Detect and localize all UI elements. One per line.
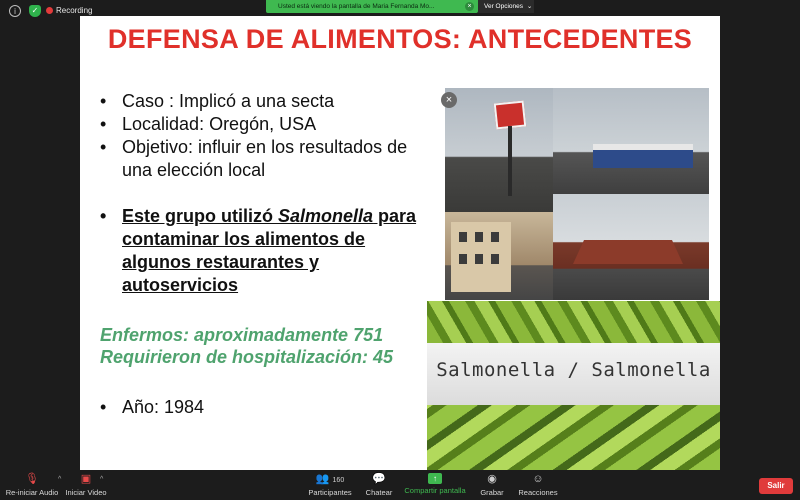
reactions-button[interactable]: ☺ Reacciones xyxy=(516,470,560,500)
share-screen-button[interactable]: ↑ Compartir pantalla xyxy=(402,470,468,500)
zoom-window: i ✓ Recording Usted está viendo la panta… xyxy=(0,0,800,500)
audio-button[interactable]: 🎙 Re-iniciar Audio xyxy=(4,470,60,500)
share-banner-text: Usted está viendo la pantalla de Maria F… xyxy=(278,3,435,10)
highlight-before: Este grupo utilizó xyxy=(122,206,278,226)
share-label: Compartir pantalla xyxy=(404,486,466,495)
stat-sick: Enfermos: aproximadamente 751 xyxy=(100,325,384,345)
participants-button[interactable]: 👥 160 Participantes xyxy=(306,470,354,500)
shield-icon[interactable]: ✓ xyxy=(29,5,41,17)
shared-slide: DEFENSA DE ALIMENTOS: ANTECEDENTES Caso … xyxy=(80,16,720,470)
participants-count: 160 xyxy=(332,477,345,484)
video-off-icon: ▣ xyxy=(80,473,92,485)
reactions-label: Reacciones xyxy=(518,488,558,497)
view-options-button[interactable]: Ver Opciones ⌄ xyxy=(478,0,534,13)
video-options-caret-icon[interactable]: ^ xyxy=(100,476,103,483)
store-stripe xyxy=(593,144,693,150)
record-icon: ◉ xyxy=(487,473,497,485)
salmonella-caption: Salmonella / Salmonella xyxy=(436,359,711,381)
highlight-organism: Salmonella xyxy=(278,206,374,226)
video-button[interactable]: ▣ Iniciar Video xyxy=(64,470,108,500)
meeting-toolbar: 🎙 Re-iniciar Audio ^ ▣ Iniciar Video ^ 👥… xyxy=(0,470,800,500)
sign-pole xyxy=(508,126,512,196)
slide-title: DEFENSA DE ALIMENTOS: ANTECEDENTES xyxy=(107,24,693,54)
chevron-down-icon: ⌄ xyxy=(526,3,533,10)
bullet-salmonella-contamination: Este grupo utilizó Salmonella para conta… xyxy=(98,205,428,297)
illness-stats: Enfermos: aproximadamente 751 Requiriero… xyxy=(100,324,440,368)
screen-share-banner: Usted está viendo la pantalla de Maria F… xyxy=(266,0,478,13)
salmonella-image: Salmonella / Salmonella xyxy=(427,301,720,470)
share-screen-icon: ↑ xyxy=(428,473,442,484)
participants-label: Participantes xyxy=(308,488,352,497)
close-icon[interactable]: × xyxy=(465,2,474,11)
restaurant-roof xyxy=(573,240,683,264)
record-dot-icon xyxy=(46,7,53,14)
record-label: Grabar xyxy=(480,488,504,497)
bacteria-texture-bottom xyxy=(427,405,720,470)
chat-label: Chatear xyxy=(365,488,393,497)
restaurant-photo xyxy=(553,194,709,300)
smiley-icon: ☺ xyxy=(532,473,544,485)
bacteria-texture-top xyxy=(427,301,720,343)
bullet-location: Localidad: Oregón, USA xyxy=(98,113,438,136)
bullet-list: Caso : Implicó a una secta Localidad: Or… xyxy=(98,90,438,297)
bullet-objective: Objetivo: influir en los resultados de u… xyxy=(98,136,438,182)
close-icon[interactable]: × xyxy=(441,92,457,108)
participants-icon: 👥 160 xyxy=(315,473,345,485)
building-facade xyxy=(451,222,511,292)
stat-hospitalized: Requirieron de hospitalización: 45 xyxy=(100,347,394,367)
video-label: Iniciar Video xyxy=(65,488,107,497)
view-options-label: Ver Opciones xyxy=(484,3,524,10)
chat-bubble-icon: 💬 xyxy=(372,473,386,485)
audio-label: Re-iniciar Audio xyxy=(5,488,59,497)
taco-time-sign-photo xyxy=(445,88,553,212)
audio-options-caret-icon[interactable]: ^ xyxy=(58,476,61,483)
recording-label: Recording xyxy=(56,6,93,15)
microphone-off-icon: 🎙 xyxy=(25,473,39,485)
bullet-year: Año: 1984 xyxy=(98,396,298,419)
chat-button[interactable]: 💬 Chatear xyxy=(362,470,396,500)
leave-meeting-button[interactable]: Salir xyxy=(759,478,793,494)
bullet-case: Caso : Implicó a una secta xyxy=(98,90,438,113)
storefront-photo xyxy=(553,88,709,194)
street-building-photo xyxy=(445,212,553,300)
info-icon[interactable]: i xyxy=(9,5,21,17)
record-button[interactable]: ◉ Grabar xyxy=(476,470,508,500)
